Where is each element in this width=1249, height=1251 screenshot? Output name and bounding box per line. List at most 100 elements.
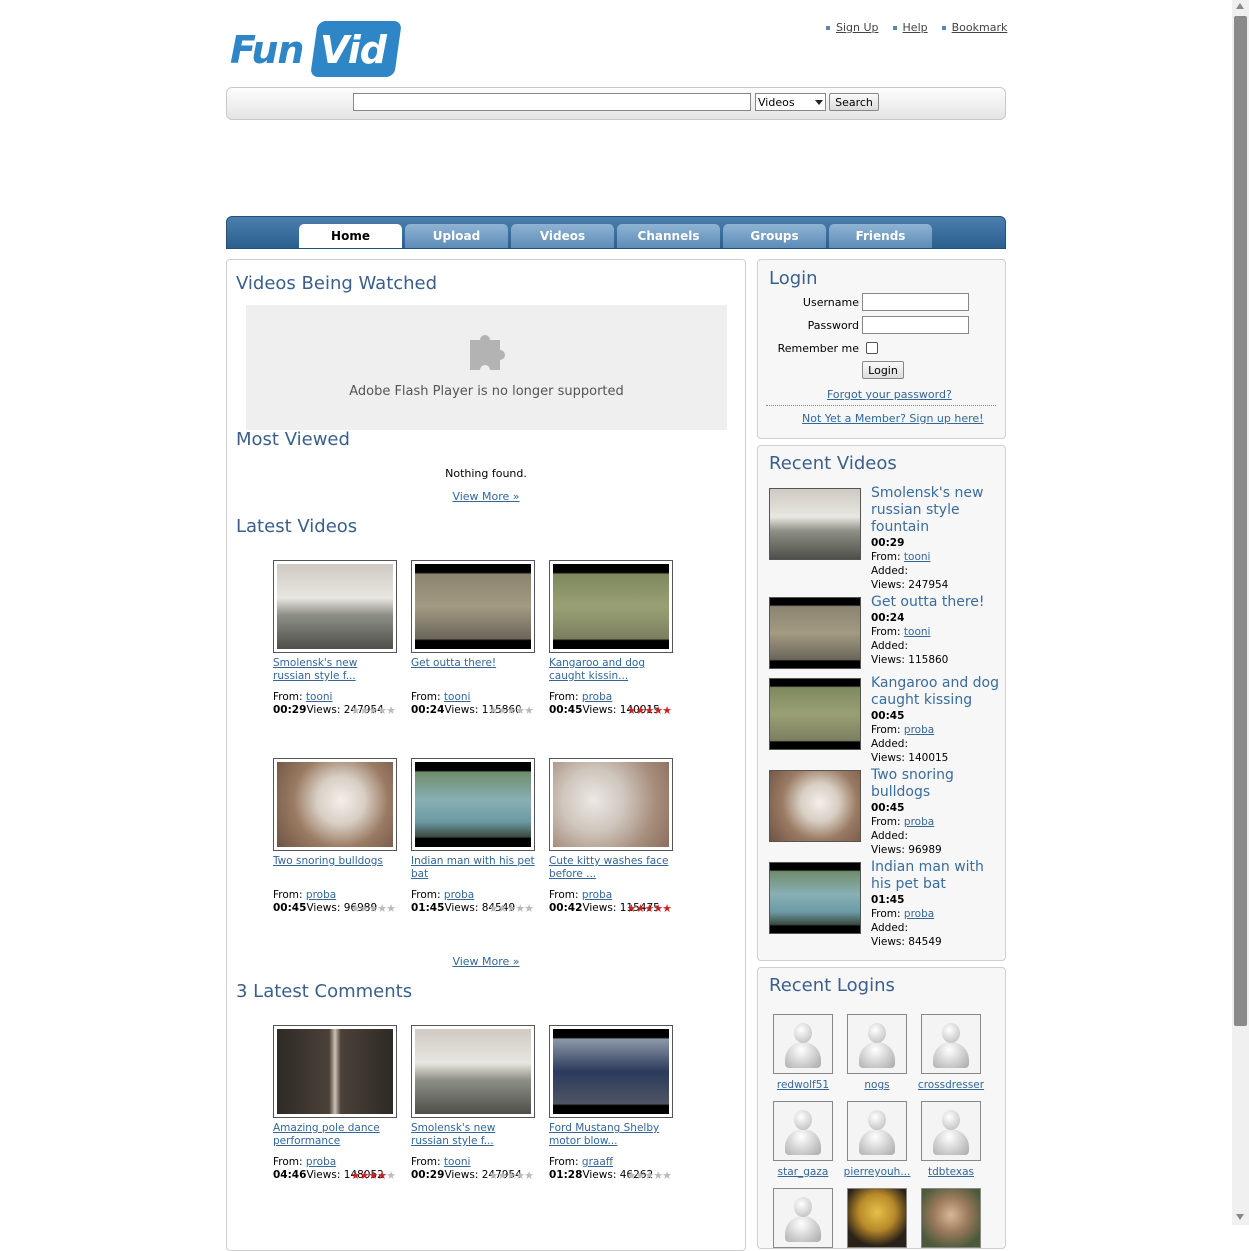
recent-video-user-link[interactable]: proba [904,816,934,828]
views-label: Views: [582,704,617,716]
rating-stars: ★★★★★ [351,1170,396,1181]
star-empty-icon: ★ [515,704,525,717]
recent-video-duration: 00:45 [871,802,905,814]
star-filled-icon: ★ [653,902,663,915]
video-title-link[interactable]: Get outta there! [411,657,496,669]
recent-video-user-link[interactable]: proba [904,908,934,920]
video-user-link[interactable]: tooni [306,691,333,703]
user-avatar[interactable] [921,1014,981,1074]
video-user-link[interactable]: tooni [444,691,471,703]
views-label: Views: [871,579,905,591]
recent-login-username[interactable]: star_gaza [778,1166,829,1178]
tab-channels[interactable]: Channels [617,224,720,248]
search-category-select[interactable]: Videos [755,93,826,111]
recent-video-thumbnail[interactable] [769,597,861,669]
recent-video-title[interactable]: Get outta there! [871,594,999,611]
recent-login-username[interactable]: redwolf51 [777,1079,829,1091]
added-label: Added: [871,830,908,842]
password-field[interactable] [862,316,969,334]
views-label: Views: [444,704,479,716]
recent-video-title[interactable]: Kangaroo and dog caught kissing [871,675,999,709]
recent-login-user [914,1188,988,1248]
site-logo[interactable]: Fun Vid [230,18,402,80]
video-title-link[interactable]: Two snoring bulldogs [273,855,383,867]
recent-video-thumbnail[interactable] [769,770,861,842]
recent-video-title[interactable]: Indian man with his pet bat [871,859,999,893]
recent-login-username[interactable]: tdbtexas [928,1166,974,1178]
recent-video-title[interactable]: Two snoring bulldogs [871,767,999,801]
user-avatar[interactable] [773,1101,833,1161]
video-thumbnail[interactable] [549,1025,673,1118]
star-empty-icon: ★ [506,704,516,717]
tab-home[interactable]: Home [299,224,402,248]
user-avatar[interactable] [773,1188,833,1248]
video-user-link[interactable]: graaff [582,1156,613,1168]
most-viewed-view-more-link[interactable]: View More » [452,490,519,503]
tab-upload[interactable]: Upload [405,224,508,248]
video-card: Cute kitty washes face before ... From: … [549,758,673,915]
video-thumbnail[interactable] [411,1025,535,1118]
from-label: From: [871,626,901,638]
signup-link[interactable]: Sign Up [836,21,879,34]
video-title-link[interactable]: Indian man with his pet bat [411,855,535,880]
forgot-password-link[interactable]: Forgot your password? [827,388,952,401]
user-avatar[interactable] [847,1101,907,1161]
video-duration: 00:29 [273,704,307,716]
search-button[interactable]: Search [829,93,879,111]
scroll-down-arrow-icon[interactable] [1236,1214,1244,1220]
scroll-up-arrow-icon[interactable] [1236,3,1244,9]
video-user-link[interactable]: proba [444,889,474,901]
video-user-link[interactable]: proba [306,889,336,901]
tab-friends[interactable]: Friends [829,224,932,248]
user-avatar[interactable] [847,1014,907,1074]
login-button[interactable]: Login [862,361,904,379]
video-user-link[interactable]: tooni [444,1156,471,1168]
video-title-link[interactable]: Smolensk's new russian style f... [411,1122,495,1147]
video-title-link[interactable]: Cute kitty washes face before ... [549,855,668,880]
remember-me-checkbox[interactable] [866,342,878,354]
username-field[interactable] [862,293,969,311]
recent-video-thumbnail[interactable] [769,862,861,934]
video-thumbnail[interactable] [273,1025,397,1118]
video-thumbnail[interactable] [411,560,535,653]
video-user-link[interactable]: proba [582,889,612,901]
recent-video-user-link[interactable]: tooni [904,626,931,638]
video-user-link[interactable]: proba [582,691,612,703]
video-thumbnail[interactable] [549,758,673,851]
recent-login-username[interactable]: crossdresser [918,1079,984,1091]
video-title-link[interactable]: Ford Mustang Shelby motor blow... [549,1122,659,1147]
views-label: Views: [871,936,905,948]
video-thumbnail[interactable] [273,758,397,851]
user-avatar[interactable] [773,1014,833,1074]
recent-video-thumbnail[interactable] [769,678,861,750]
added-label: Added: [871,922,908,934]
tab-groups[interactable]: Groups [723,224,826,248]
scrollbar-thumb[interactable] [1234,16,1247,1026]
recent-video-user-link[interactable]: tooni [904,551,931,563]
video-thumbnail[interactable] [549,560,673,653]
recent-video-title[interactable]: Smolensk's new russian style fountain [871,485,999,536]
user-avatar[interactable] [921,1101,981,1161]
video-thumbnail[interactable] [411,758,535,851]
search-input[interactable] [353,93,751,111]
video-title-link[interactable]: Kangaroo and dog caught kissin... [549,657,645,682]
user-avatar[interactable] [847,1188,907,1248]
recent-login-username[interactable]: pierreyouh... [844,1166,911,1178]
latest-view-more-link[interactable]: View More » [452,955,519,968]
help-link[interactable]: Help [903,21,928,34]
video-title-link[interactable]: Amazing pole dance performance [273,1122,380,1147]
recent-video-thumbnail[interactable] [769,488,861,560]
most-viewed-empty-text: Nothing found. [445,467,527,480]
video-thumbnail[interactable] [273,560,397,653]
recent-login-username[interactable]: nogs [864,1079,889,1091]
video-title-link[interactable]: Smolensk's new russian style f... [273,657,357,682]
video-user-link[interactable]: proba [306,1156,336,1168]
signup-here-link[interactable]: Not Yet a Member? Sign up here! [802,412,984,425]
tab-videos[interactable]: Videos [511,224,614,248]
video-duration: 00:45 [273,902,307,914]
login-divider [766,405,996,406]
username-label: Username [802,296,859,309]
bookmark-link[interactable]: Bookmark [952,21,1008,34]
user-avatar[interactable] [921,1188,981,1248]
recent-video-user-link[interactable]: proba [904,724,934,736]
